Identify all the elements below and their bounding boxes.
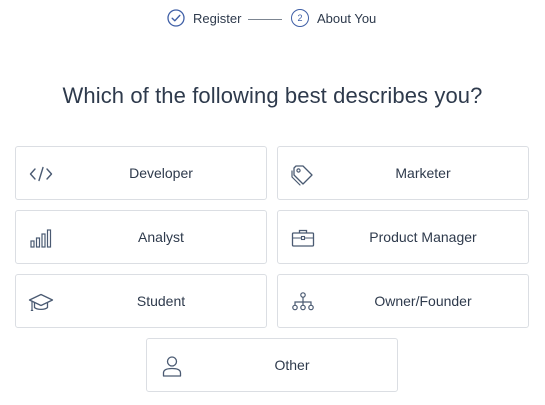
code-icon [28, 161, 54, 187]
step-number-badge: 2 [291, 9, 309, 27]
step-about-you-label: About You [317, 11, 377, 26]
option-student-label: Student [136, 293, 186, 309]
user-icon [159, 353, 185, 379]
step-register-label: Register [193, 11, 242, 26]
about-you-page: Register 2 About You Which of the follow… [0, 0, 545, 405]
option-marketer[interactable]: Marketer [277, 146, 529, 200]
check-circle-icon [167, 9, 185, 27]
option-developer-label: Developer [129, 165, 193, 181]
option-owner-founder[interactable]: Owner/Founder [277, 274, 529, 328]
briefcase-icon [290, 225, 316, 251]
option-analyst[interactable]: Analyst [15, 210, 267, 264]
option-product-manager[interactable]: Product Manager [277, 210, 529, 264]
bar-chart-icon [28, 225, 54, 251]
option-other[interactable]: Other [146, 338, 398, 392]
org-chart-icon [290, 289, 316, 315]
option-analyst-label: Analyst [138, 229, 184, 245]
progress-stepper: Register 2 About You [0, 9, 545, 31]
page-title: Which of the following best describes yo… [62, 83, 483, 108]
option-student[interactable]: Student [15, 274, 267, 328]
option-other-label: Other [274, 357, 310, 373]
graduation-cap-icon [28, 289, 54, 315]
option-owner-founder-label: Owner/Founder [374, 293, 472, 309]
option-marketer-label: Marketer [395, 165, 451, 181]
option-product-manager-label: Product Manager [369, 229, 477, 245]
step-connector [248, 19, 282, 20]
option-developer[interactable]: Developer [15, 146, 267, 200]
tags-icon [290, 161, 316, 187]
